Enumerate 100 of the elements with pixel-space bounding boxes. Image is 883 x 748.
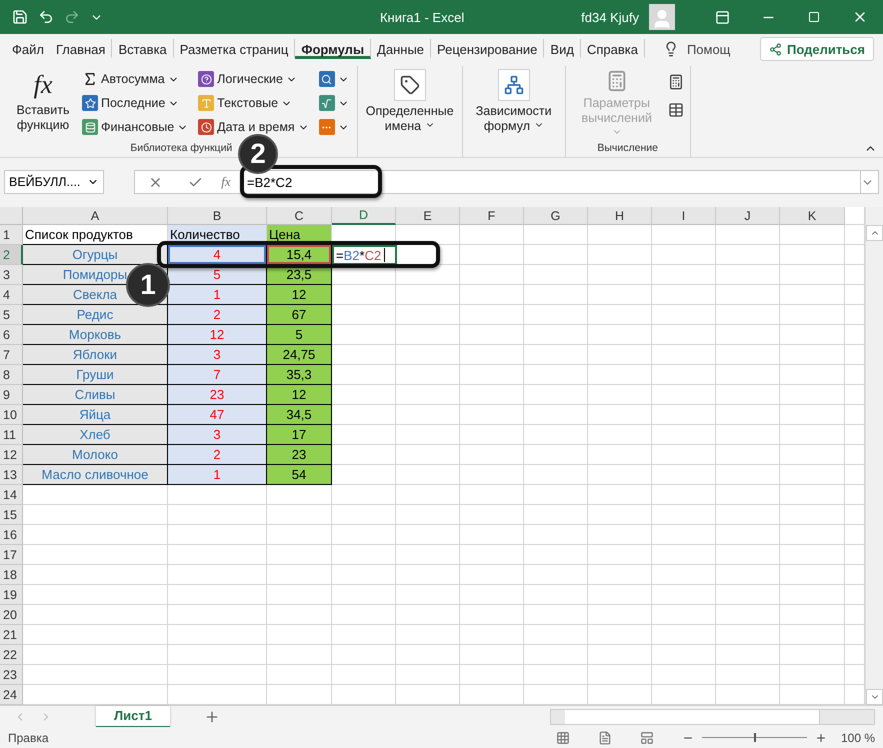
tell-me-field[interactable]: Помощ xyxy=(686,42,730,56)
scroll-thumb[interactable] xyxy=(565,710,820,724)
empty-cell xyxy=(396,585,460,605)
expand-icon[interactable] xyxy=(861,170,879,194)
insert-function-button[interactable]: fx Вставить функцию xyxy=(12,66,74,142)
menu-tab[interactable]: Вставка xyxy=(112,39,174,59)
row-header[interactable]: 7 xyxy=(0,345,23,365)
layout-icon[interactable] xyxy=(640,730,654,744)
table-cell: 5 xyxy=(267,325,332,345)
sheet-tab[interactable]: Лист1 xyxy=(96,706,170,728)
horizontal-scrollbar[interactable] xyxy=(550,708,875,724)
empty-cell xyxy=(524,265,588,285)
row-header[interactable]: 18 xyxy=(0,565,23,585)
row-header[interactable]: 19 xyxy=(0,585,23,605)
page-icon[interactable] xyxy=(598,730,612,744)
row-header[interactable]: 24 xyxy=(0,685,23,705)
row-header[interactable]: 10 xyxy=(0,405,23,425)
empty-cell xyxy=(716,405,780,425)
row-header[interactable]: 21 xyxy=(0,625,23,645)
cell-editor[interactable]: =B2*C2 xyxy=(332,245,397,265)
row-header[interactable]: 15 xyxy=(0,505,23,525)
table-cell: Сливы xyxy=(23,385,168,405)
empty-cell xyxy=(460,365,524,385)
column-header[interactable]: J xyxy=(716,207,780,225)
row-header[interactable]: 5 xyxy=(0,305,23,325)
empty-cell xyxy=(716,245,780,265)
empty-cell xyxy=(524,285,588,305)
empty-cell xyxy=(332,605,396,625)
zoom-in-icon[interactable] xyxy=(814,732,827,744)
row-header[interactable]: 12 xyxy=(0,445,23,465)
column-header[interactable]: F xyxy=(460,207,524,225)
function-category-button[interactable]: Последние xyxy=(80,92,190,114)
column-header[interactable]: B xyxy=(168,207,267,225)
column-header[interactable]: C xyxy=(267,207,332,225)
column-header[interactable]: E xyxy=(396,207,460,225)
row-header[interactable]: 14 xyxy=(0,485,23,505)
row-header[interactable]: 22 xyxy=(0,645,23,665)
empty-cell xyxy=(588,385,652,405)
empty-cell xyxy=(332,545,396,565)
row-header[interactable]: 1 xyxy=(0,225,23,245)
menu-tab[interactable]: Вид xyxy=(544,39,581,59)
column-header[interactable]: D xyxy=(332,207,396,225)
row-header[interactable]: 8 xyxy=(0,365,23,385)
row-header[interactable]: 23 xyxy=(0,665,23,685)
column-header[interactable]: I xyxy=(652,207,716,225)
table-cell: Яйца xyxy=(23,405,168,425)
row-header[interactable]: 20 xyxy=(0,605,23,625)
menu-tab[interactable]: Рецензирование xyxy=(431,39,544,59)
menu-tab[interactable]: Справка xyxy=(580,39,645,59)
menu-tab[interactable]: Формулы xyxy=(295,39,372,59)
menu-tab[interactable]: Разметка страниц xyxy=(174,39,296,59)
empty-cell xyxy=(332,645,396,665)
column-header[interactable]: G xyxy=(524,207,588,225)
column-header[interactable]: H xyxy=(588,207,652,225)
empty-cell xyxy=(524,505,588,525)
share-button[interactable]: Поделиться xyxy=(760,37,874,61)
table-cell: 17 xyxy=(267,425,332,445)
menu-tab[interactable]: Данные xyxy=(371,39,432,59)
row-header[interactable]: 2 xyxy=(0,245,23,265)
column-header[interactable]: A xyxy=(23,207,168,225)
empty-cell xyxy=(460,605,524,625)
empty-cell xyxy=(652,265,716,285)
empty-cell xyxy=(652,525,716,545)
function-category-button[interactable]: Финансовые xyxy=(80,116,190,138)
row-header[interactable]: 17 xyxy=(0,545,23,565)
save-icon[interactable] xyxy=(12,9,28,25)
empty-cell xyxy=(716,285,780,305)
row-header[interactable]: 11 xyxy=(0,425,23,445)
column-header[interactable]: K xyxy=(780,207,845,225)
function-category-button[interactable]: Текстовые xyxy=(196,92,311,114)
table-icon[interactable] xyxy=(668,102,684,118)
grid-icon[interactable] xyxy=(556,730,570,744)
table-cell: Список продуктов xyxy=(23,225,168,245)
empty-cell xyxy=(460,585,524,605)
empty-cell xyxy=(396,505,460,525)
calculator-icon[interactable] xyxy=(668,74,684,90)
undo-icon[interactable] xyxy=(38,9,54,25)
question-icon xyxy=(198,71,214,87)
row-header[interactable]: 13 xyxy=(0,465,23,485)
empty-cell xyxy=(716,585,780,605)
table-cell: Огурцы xyxy=(23,245,168,265)
empty-cell xyxy=(460,525,524,545)
ribbon-button[interactable]: Определенные имена xyxy=(364,66,456,157)
row-header[interactable]: 4 xyxy=(0,285,23,305)
menu-tab[interactable]: Главная xyxy=(50,39,112,59)
table-cell: 34,5 xyxy=(267,405,332,425)
empty-cell xyxy=(267,645,332,665)
empty-cell xyxy=(460,325,524,345)
function-category-button[interactable]: Логические xyxy=(196,68,311,90)
row-header[interactable]: 9 xyxy=(0,385,23,405)
name-box[interactable]: ВЕЙБУЛЛ.... xyxy=(4,170,104,194)
row-header[interactable]: 16 xyxy=(0,525,23,545)
row-header[interactable]: 6 xyxy=(0,325,23,345)
function-category-button[interactable]: Автосумма xyxy=(80,68,190,90)
row-header[interactable]: 3 xyxy=(0,265,23,285)
empty-cell xyxy=(652,585,716,605)
empty-cell xyxy=(524,625,588,645)
menu-tab[interactable]: Файл xyxy=(6,39,50,59)
add-sheet-icon[interactable] xyxy=(204,708,220,724)
ribbon-button[interactable]: Зависимости формул xyxy=(468,66,559,157)
